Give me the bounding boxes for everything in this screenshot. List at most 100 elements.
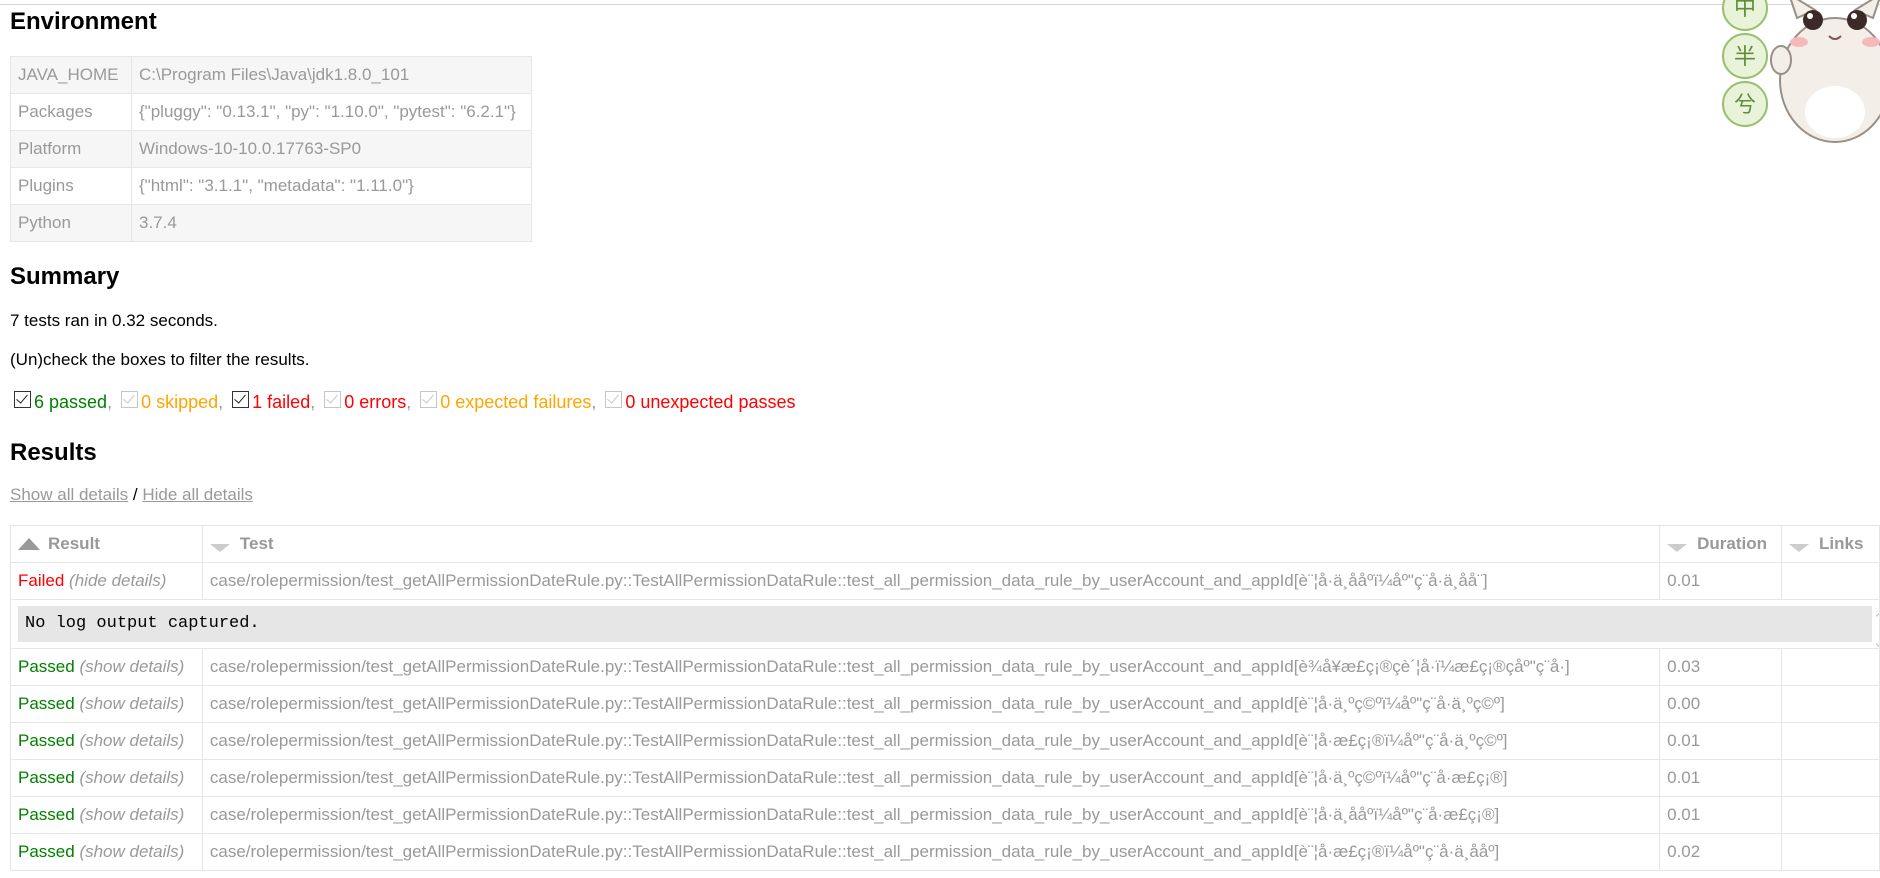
result-header-label: Result [48,534,100,553]
table-row: Passed (show details) case/rolepermissio… [10,833,1880,871]
links-column-header[interactable]: Links [1781,525,1880,563]
result-status: Passed [18,694,75,713]
skipped-count: 0 skipped [141,392,219,412]
hide-all-details-link[interactable]: Hide all details [142,485,253,504]
filter-separator: , [591,392,597,412]
test-name-cell: case/rolepermission/test_getAllPermissio… [201,648,1661,686]
svg-text:半: 半 [1734,45,1756,70]
result-filters: 6 passed, 0 skipped, 1 failed, 0 errors,… [14,391,804,413]
passed-count: 6 passed [34,392,108,412]
cat-icon [1770,0,1880,143]
cat-mascot-icon: 中 半 兮 [1722,0,1880,143]
passed-checkbox[interactable] [14,391,31,408]
duration-cell: 0.01 [1659,796,1783,834]
unexpected-passes-count: 0 unexpected passes [625,392,796,412]
expected-failures-count: 0 expected failures [440,392,592,412]
errors-count: 0 errors [344,392,407,412]
duration-cell: 0.00 [1659,685,1783,723]
links-cell [1781,833,1880,871]
badge-icon: 中 半 兮 [1722,0,1768,127]
links-cell [1781,722,1880,760]
filter-separator: , [406,392,412,412]
env-row: Python 3.7.4 [10,204,532,242]
env-value: Windows-10-10.0.17763-SP0 [131,130,532,168]
duration-column-header[interactable]: Duration [1659,525,1783,563]
table-row: Passed (show details) case/rolepermissio… [10,648,1880,686]
env-key: Plugins [10,167,132,205]
svg-text:中: 中 [1734,0,1756,21]
filter-hint-text: (Un)check the boxes to filter the result… [10,350,310,369]
result-status: Passed [18,805,75,824]
test-name-cell: case/rolepermission/test_getAllPermissio… [201,685,1661,723]
env-key: Packages [10,93,132,131]
log-cell: No log output captured. [10,599,1880,649]
environment-heading: Environment [10,8,157,35]
show-details-toggle[interactable]: (show details) [79,657,184,676]
test-name-cell: case/rolepermission/test_getAllPermissio… [201,833,1661,871]
result-cell[interactable]: Failed (hide details) [10,562,203,600]
duration-header-label: Duration [1697,534,1768,553]
links-header-label: Links [1819,534,1864,553]
test-column-header[interactable]: Test [201,525,1661,563]
table-row: Failed (hide details) case/rolepermissio… [10,562,1880,600]
log-text: No log output captured. [25,614,260,633]
table-row: Passed (show details) case/rolepermissio… [10,759,1880,797]
result-status: Passed [18,731,75,750]
log-output[interactable]: No log output captured. [18,606,1879,648]
result-status: Passed [18,657,75,676]
sort-ascending-icon [18,538,40,550]
sort-icon [1789,544,1810,552]
table-row: Passed (show details) case/rolepermissio… [10,722,1880,760]
links-cell [1781,562,1880,600]
table-row: Passed (show details) case/rolepermissio… [10,796,1880,834]
expected-failures-checkbox[interactable] [420,391,438,408]
duration-cell: 0.03 [1659,648,1783,686]
errors-checkbox[interactable] [324,391,342,408]
result-cell[interactable]: Passed (show details) [10,648,203,686]
filter-separator: , [218,392,224,412]
test-name-cell: case/rolepermission/test_getAllPermissio… [201,722,1661,760]
test-header-label: Test [239,534,274,553]
show-details-toggle[interactable]: (show details) [79,842,184,861]
show-details-toggle[interactable]: (show details) [79,805,184,824]
unexpected-passes-checkbox[interactable] [605,391,623,408]
log-scrollbar[interactable] [1875,607,1879,648]
results-heading: Results [10,439,97,466]
result-status: Passed [18,842,75,861]
duration-cell: 0.01 [1659,759,1783,797]
show-details-toggle[interactable]: (show details) [79,731,184,750]
summary-heading: Summary [10,263,120,290]
result-cell[interactable]: Passed (show details) [10,759,203,797]
env-row: Plugins {"html": "3.1.1", "metadata": "1.… [10,167,532,205]
links-cell [1781,648,1880,686]
result-cell[interactable]: Passed (show details) [10,833,203,871]
hide-details-toggle[interactable]: (hide details) [69,571,166,590]
show-details-toggle[interactable]: (show details) [79,768,184,787]
details-links: Show all details / Hide all details [10,485,253,505]
filter-separator: , [107,392,113,412]
show-details-toggle[interactable]: (show details) [79,694,184,713]
links-cell [1781,685,1880,723]
result-cell[interactable]: Passed (show details) [10,685,203,723]
details-slash: / [132,485,138,504]
svg-text:兮: 兮 [1734,93,1756,118]
skipped-checkbox[interactable] [121,391,139,408]
failed-checkbox[interactable] [232,391,250,408]
failed-count: 1 failed [252,392,311,412]
log-row: No log output captured. [10,599,1880,649]
result-cell[interactable]: Passed (show details) [10,796,203,834]
links-cell [1781,759,1880,797]
env-key: Python [10,204,132,242]
env-value: {"html": "3.1.1", "metadata": "1.11.0"} [131,167,532,205]
result-status: Failed [18,571,65,590]
result-column-header[interactable]: Result [10,525,203,563]
scroll-down-icon[interactable] [1875,636,1879,648]
test-name-cell: case/rolepermission/test_getAllPermissio… [201,796,1661,834]
scroll-up-icon[interactable] [1875,608,1879,624]
table-row: Passed (show details) case/rolepermissio… [10,685,1880,723]
result-cell[interactable]: Passed (show details) [10,722,203,760]
environment-table: JAVA_HOME C:\Program Files\Java\jdk1.8.0_… [10,56,532,242]
top-divider [0,4,1880,5]
show-all-details-link[interactable]: Show all details [10,485,128,504]
test-name-cell: case/rolepermission/test_getAllPermissio… [201,562,1661,600]
